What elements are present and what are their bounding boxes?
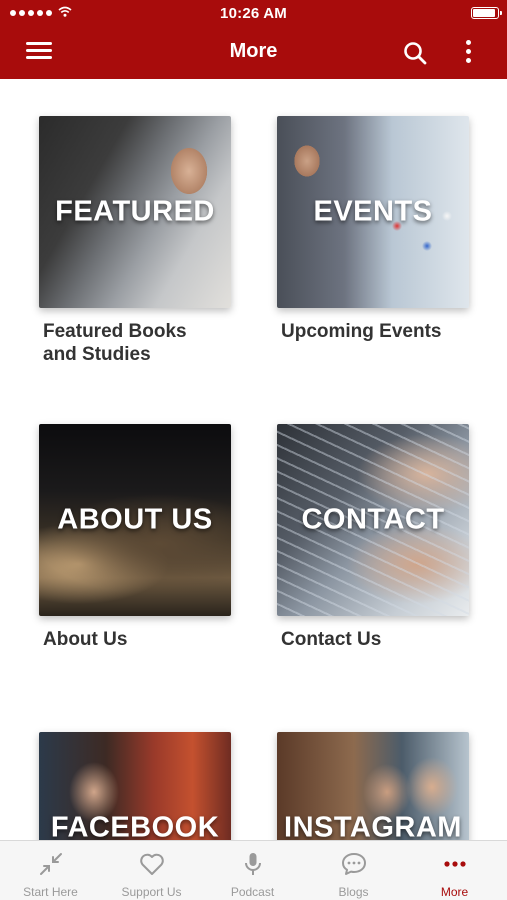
events-image: EVENTS xyxy=(277,116,469,308)
status-bar: 10:26 AM xyxy=(0,0,507,26)
contact-image: CONTACT xyxy=(277,424,469,616)
app-header: 10:26 AM More xyxy=(0,0,507,79)
tile-events[interactable]: EVENTS Upcoming Events xyxy=(277,116,469,343)
tab-podcast[interactable]: Podcast xyxy=(202,841,303,900)
status-time: 10:26 AM xyxy=(220,5,287,22)
tile-caption: About Us xyxy=(43,629,128,650)
page-title: More xyxy=(229,40,278,62)
tab-blogs[interactable]: Blogs xyxy=(303,841,404,900)
about-us-image: ABOUT US xyxy=(39,424,231,616)
tab-start-here[interactable]: Start Here xyxy=(0,841,101,900)
arrows-in-icon xyxy=(39,853,62,875)
tab-support-us[interactable]: Support Us xyxy=(101,841,202,900)
tile-caption: Contact Us xyxy=(281,629,382,650)
tab-label: Podcast xyxy=(230,885,275,899)
tab-label: Blogs xyxy=(338,885,369,899)
tab-label: Start Here xyxy=(23,885,78,899)
tile-caption: Featured Books and Studies xyxy=(43,321,187,365)
vertical-ellipsis-icon[interactable] xyxy=(458,38,480,66)
battery-icon xyxy=(471,7,502,19)
horizontal-ellipsis-icon xyxy=(443,861,466,867)
tile-contact[interactable]: CONTACT Contact Us xyxy=(277,424,469,651)
tab-label: Support Us xyxy=(121,885,182,899)
tile-featured[interactable]: FEATURED Featured Books and Studies xyxy=(39,116,231,366)
search-icon[interactable] xyxy=(402,40,428,66)
tile-overlay-text: EVENTS xyxy=(313,195,433,228)
tile-overlay-text: CONTACT xyxy=(301,503,445,536)
tile-overlay-text: FEATURED xyxy=(55,195,215,228)
chat-bubble-icon xyxy=(341,853,366,875)
tile-about-us[interactable]: ABOUT US About Us xyxy=(39,424,231,651)
heart-icon xyxy=(139,853,164,875)
tile-overlay-text: ABOUT US xyxy=(57,503,213,536)
tab-label: More xyxy=(440,885,469,899)
microphone-icon xyxy=(244,853,261,875)
tile-caption: Upcoming Events xyxy=(281,321,442,342)
featured-image: FEATURED xyxy=(39,116,231,308)
tab-more[interactable]: More xyxy=(404,841,505,900)
bottom-tab-bar: Start Here Support Us Podcast Blogs More xyxy=(0,840,507,900)
